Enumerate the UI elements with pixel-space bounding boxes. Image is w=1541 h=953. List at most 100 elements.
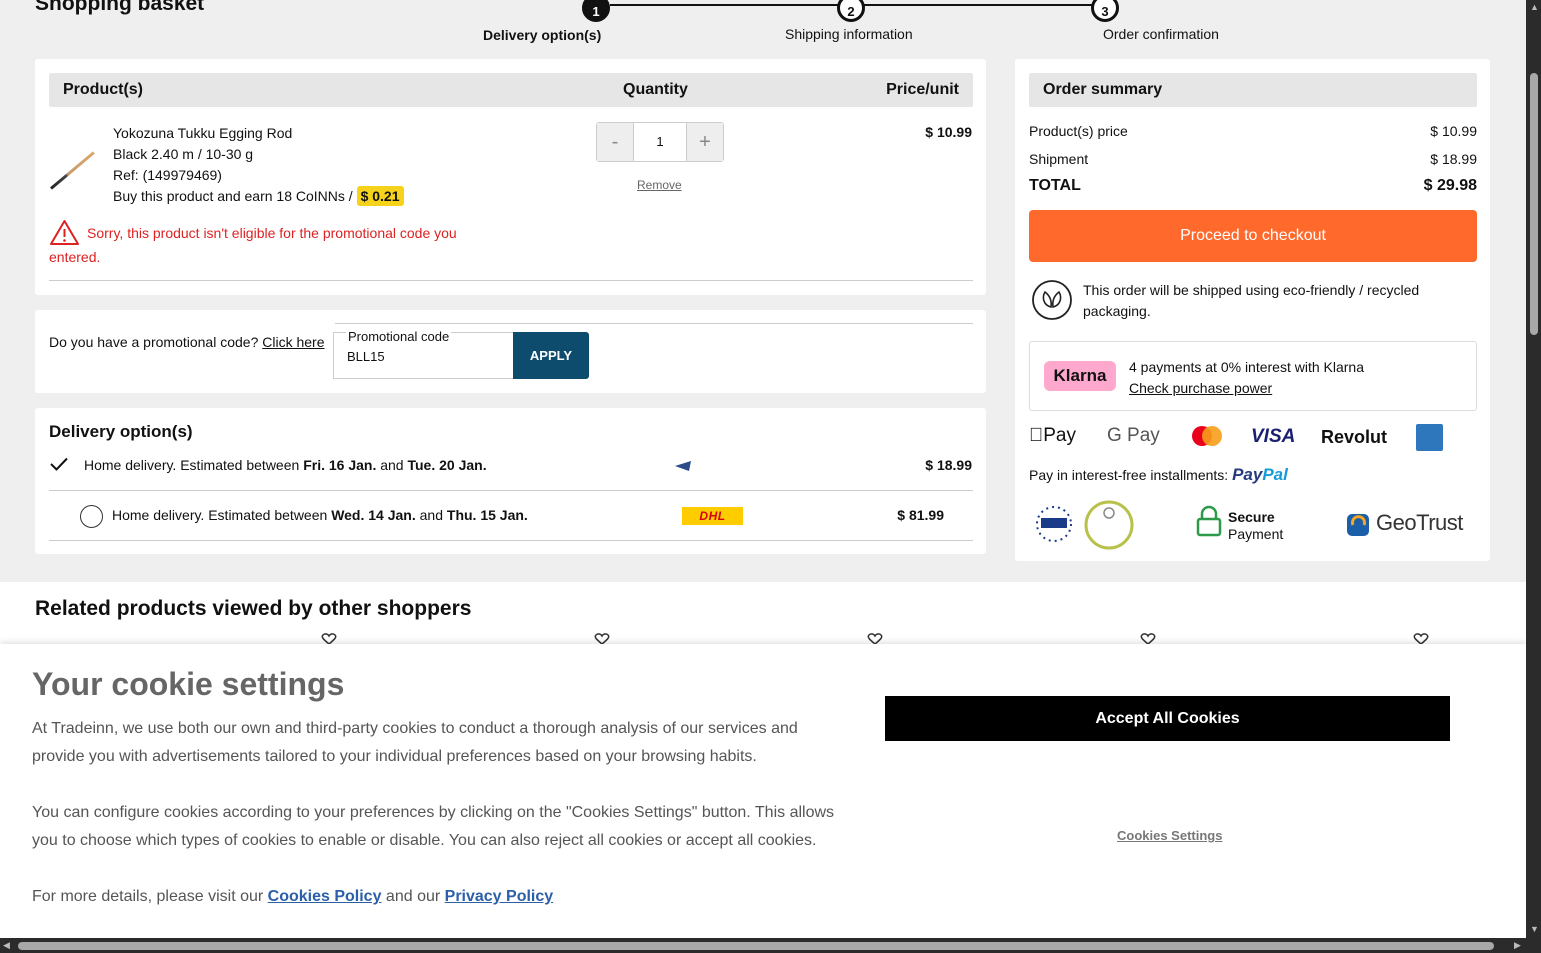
- delivery-option-1-price: $ 18.99: [925, 457, 972, 473]
- google-pay-logo: G Pay: [1107, 425, 1160, 446]
- shipment-label: Shipment: [1029, 151, 1089, 167]
- delivery-option-2-and: and: [415, 507, 447, 523]
- vertical-scrollbar[interactable]: ▲ ▼: [1526, 0, 1541, 938]
- decrease-quantity-button[interactable]: -: [597, 123, 633, 161]
- products-table-header: Product(s) Quantity Price/unit: [49, 73, 973, 107]
- delivery-option-2-radio[interactable]: [80, 505, 103, 528]
- delivery-option-1-text: Home delivery. Estimated between: [84, 457, 304, 473]
- promo-click-here-link[interactable]: Click here: [262, 334, 324, 350]
- accept-all-cookies-button[interactable]: Accept All Cookies: [885, 696, 1450, 741]
- promo-card: Do you have a promotional code? Click he…: [35, 310, 986, 393]
- cookie-details-text: For more details, please visit our: [32, 888, 268, 905]
- product-price-value: $ 10.99: [1430, 123, 1477, 139]
- installments-text: Pay in interest-free installments:: [1029, 467, 1229, 483]
- delivery-title: Delivery option(s): [49, 422, 193, 441]
- cookie-banner: Your cookie settings At Tradeinn, we use…: [0, 644, 1526, 938]
- step-1-label: Delivery option(s): [483, 27, 602, 43]
- shipment-row: Shipment $ 18.99: [1029, 151, 1477, 167]
- divider: [335, 323, 973, 324]
- paypal-installments: Pay in interest-free installments: PayPa…: [1029, 465, 1288, 485]
- mastercard-logo: [1192, 426, 1222, 446]
- order-summary-card: Order summary Product(s) price $ 10.99 S…: [1015, 59, 1490, 561]
- total-value: $ 29.98: [1423, 177, 1477, 194]
- step-1-indicator: 1: [582, 0, 610, 22]
- geotrust-icon: [1347, 514, 1369, 536]
- proceed-to-checkout-button[interactable]: Proceed to checkout: [1029, 210, 1477, 262]
- delivery-option-1-from: Fri. 16 Jan.: [303, 457, 377, 473]
- remove-link[interactable]: Remove: [637, 178, 682, 192]
- ecommerce-europe-badge-icon: [1036, 506, 1072, 542]
- unit-price: $ 10.99: [925, 124, 972, 140]
- vertical-scroll-thumb[interactable]: [1530, 73, 1538, 335]
- cookie-paragraph-1: At Tradeinn, we use both our own and thi…: [32, 720, 798, 765]
- related-products-title: Related products viewed by other shopper…: [35, 597, 472, 620]
- quantity-input[interactable]: 1: [633, 123, 687, 161]
- klarna-info: 4 payments at 0% interest with Klarna Ch…: [1129, 357, 1364, 399]
- scroll-left-arrow-icon[interactable]: ◀: [3, 940, 10, 951]
- coins-info: Buy this product and earn 18 CoINNs / $ …: [113, 186, 404, 207]
- lock-icon: [1196, 505, 1222, 537]
- product-image[interactable]: [50, 151, 95, 190]
- total-label: TOTAL: [1029, 177, 1081, 194]
- dhl-logo: DHL: [682, 507, 743, 525]
- geotrust-logo: GeoTrust: [1376, 510, 1463, 535]
- coins-text: Buy this product and earn 18 CoINNs /: [113, 188, 357, 204]
- divider: [49, 490, 973, 491]
- cookie-title: Your cookie settings: [32, 666, 345, 702]
- promo-code-input[interactable]: BLL15: [347, 349, 385, 364]
- delivery-option-2-text: Home delivery. Estimated between: [112, 507, 332, 523]
- apple-pay-logo: Pay: [1029, 425, 1076, 447]
- quantity-stepper: - 1 +: [596, 122, 724, 162]
- klarna-logo: Klarna: [1044, 361, 1116, 391]
- divider: [49, 540, 973, 541]
- cookies-policy-link[interactable]: Cookies Policy: [268, 888, 382, 905]
- delivery-option-2[interactable]: Home delivery. Estimated between Wed. 14…: [112, 507, 528, 523]
- cookie-paragraph-3: For more details, please visit our Cooki…: [32, 883, 852, 911]
- delivery-card: Delivery option(s) Home delivery. Estima…: [35, 408, 986, 554]
- product-column-header: Product(s): [63, 81, 143, 98]
- step-connector: [610, 4, 840, 6]
- product-price-label: Product(s) price: [1029, 123, 1128, 139]
- increase-quantity-button[interactable]: +: [687, 123, 723, 161]
- promo-question-text: Do you have a promotional code?: [49, 334, 259, 350]
- secure-label: Secure: [1228, 509, 1275, 525]
- usps-logo: [675, 460, 741, 474]
- total-row: TOTAL $ 29.98: [1029, 177, 1477, 195]
- promo-code-field[interactable]: Promotional code BLL15: [333, 329, 515, 379]
- payment-label: Payment: [1228, 526, 1284, 542]
- product-details: Yokozuna Tukku Egging Rod Black 2.40 m /…: [113, 123, 404, 207]
- confianza-online-badge-icon: [1084, 500, 1134, 550]
- quantity-column-header: Quantity: [623, 81, 688, 98]
- product-ref: Ref: (149979469): [113, 167, 222, 183]
- klarna-text: 4 payments at 0% interest with Klarna: [1129, 359, 1365, 375]
- privacy-policy-link[interactable]: Privacy Policy: [445, 888, 554, 905]
- horizontal-scrollbar[interactable]: ◀ ▶: [0, 938, 1541, 953]
- delivery-option-1-to: Tue. 20 Jan.: [407, 457, 487, 473]
- horizontal-scroll-thumb[interactable]: [18, 942, 1494, 950]
- product-name[interactable]: Yokozuna Tukku Egging Rod: [113, 123, 404, 144]
- page: Shopping basket 1 2 3 Delivery option(s)…: [0, 0, 1526, 938]
- cookie-and-text: and our: [381, 888, 445, 905]
- revolut-logo: Revolut: [1321, 427, 1388, 447]
- apply-promo-button[interactable]: APPLY: [513, 332, 589, 379]
- eco-leaf-icon: [1032, 280, 1072, 320]
- cookies-settings-link[interactable]: Cookies Settings: [1117, 828, 1222, 843]
- check-purchase-power-link[interactable]: Check purchase power: [1129, 380, 1272, 396]
- delivery-option-1[interactable]: Home delivery. Estimated between Fri. 16…: [84, 457, 487, 473]
- step-3-indicator: 3: [1091, 0, 1119, 22]
- paypal-logo: PayPal: [1232, 465, 1288, 484]
- step-connector: [864, 4, 1092, 6]
- delivery-option-2-price: $ 81.99: [897, 507, 944, 523]
- secure-payment-badge: Secure Payment: [1228, 509, 1283, 543]
- shipment-value: $ 18.99: [1430, 151, 1477, 167]
- delivery-option-2-from: Wed. 14 Jan.: [331, 507, 416, 523]
- scroll-up-arrow-icon[interactable]: ▲: [1530, 2, 1539, 12]
- product-price-row: Product(s) price $ 10.99: [1029, 123, 1477, 139]
- price-column-header: Price/unit: [886, 81, 959, 98]
- cookie-paragraph-2: You can configure cookies according to y…: [32, 804, 835, 849]
- scroll-down-arrow-icon[interactable]: ▼: [1530, 924, 1539, 934]
- scroll-right-arrow-icon[interactable]: ▶: [1514, 940, 1521, 951]
- divider: [49, 280, 973, 281]
- usps-eagle-icon: [675, 461, 691, 471]
- apple-pay-text: Pay: [1029, 425, 1076, 446]
